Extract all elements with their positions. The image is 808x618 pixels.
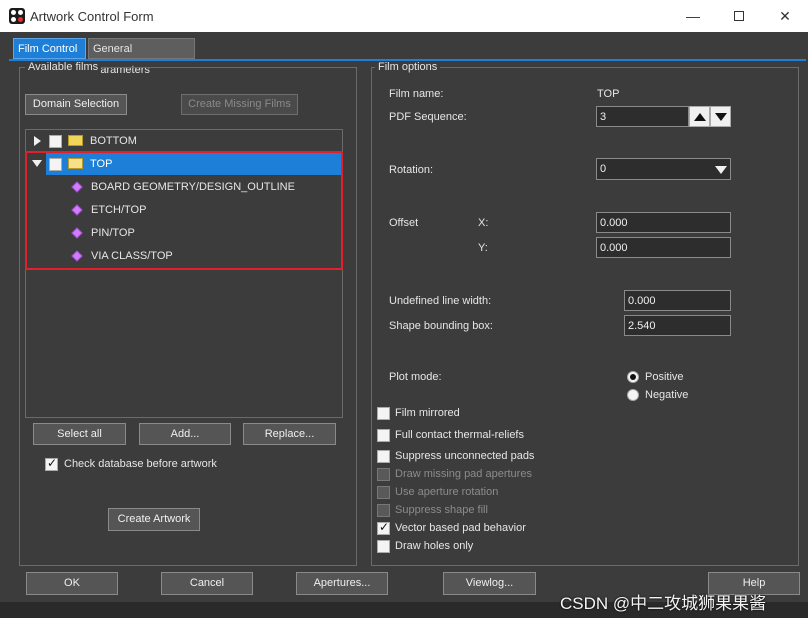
draw-missing-label: Draw missing pad apertures bbox=[395, 468, 532, 480]
maximize-button[interactable] bbox=[716, 0, 762, 32]
checkmark-icon: ✓ bbox=[379, 520, 390, 534]
rotation-label: Rotation: bbox=[389, 164, 434, 176]
chevron-down-icon bbox=[715, 166, 727, 174]
watermark: CSDN @中二攻城狮果果酱 bbox=[560, 594, 767, 613]
apertures-button[interactable]: Apertures... bbox=[296, 572, 388, 595]
film-mirrored-label: Film mirrored bbox=[395, 407, 460, 419]
undefined-line-width-label: Undefined line width: bbox=[389, 295, 492, 307]
offset-y-input[interactable]: 0.000 bbox=[596, 237, 731, 258]
checkmark-icon: ✓ bbox=[47, 456, 58, 470]
highlight-annotation bbox=[25, 151, 343, 270]
rotation-select[interactable]: 0 bbox=[596, 158, 731, 180]
close-button[interactable]: ✕ bbox=[762, 0, 808, 32]
sequence-down-button[interactable] bbox=[710, 106, 731, 127]
select-all-button[interactable]: Select all bbox=[33, 423, 126, 445]
create-artwork-button[interactable]: Create Artwork bbox=[108, 508, 200, 531]
sequence-up-button[interactable] bbox=[689, 106, 710, 127]
pdf-sequence-input[interactable]: 3 bbox=[596, 106, 689, 127]
positive-radio[interactable] bbox=[627, 371, 639, 383]
film-mirrored-checkbox[interactable] bbox=[377, 407, 390, 420]
window-title: Artwork Control Form bbox=[30, 9, 154, 24]
folder-icon bbox=[68, 135, 83, 146]
vector-pad-label: Vector based pad behavior bbox=[395, 522, 526, 534]
minimize-button[interactable]: — bbox=[670, 0, 716, 32]
replace-button[interactable]: Replace... bbox=[243, 423, 336, 445]
vector-pad-checkbox[interactable]: ✓ bbox=[377, 520, 390, 535]
film-name-value: TOP bbox=[597, 88, 620, 100]
film-name-label: Film name: bbox=[389, 88, 444, 100]
suppress-unconnected-label: Suppress unconnected pads bbox=[395, 450, 535, 462]
expand-arrow-icon[interactable] bbox=[34, 136, 41, 146]
domain-selection-button[interactable]: Domain Selection bbox=[25, 94, 127, 115]
offset-label: Offset bbox=[389, 217, 419, 229]
offset-x-label: X: bbox=[478, 217, 489, 229]
maximize-icon bbox=[734, 11, 744, 21]
tab-film-control[interactable]: Film Control bbox=[13, 38, 86, 59]
draw-holes-only-label: Draw holes only bbox=[395, 540, 474, 552]
rotation-value: 0 bbox=[600, 163, 607, 175]
shape-bounding-box-label: Shape bounding box: bbox=[389, 320, 493, 332]
suppress-unconnected-checkbox[interactable] bbox=[377, 450, 390, 463]
ok-button[interactable]: OK bbox=[26, 572, 118, 595]
plot-mode-label: Plot mode: bbox=[389, 371, 442, 383]
draw-missing-checkbox[interactable] bbox=[377, 468, 390, 481]
undefined-line-width-input[interactable]: 0.000 bbox=[624, 290, 731, 311]
app-icon bbox=[9, 8, 25, 24]
full-contact-label: Full contact thermal-reliefs bbox=[395, 429, 524, 441]
offset-x-input[interactable]: 0.000 bbox=[596, 212, 731, 233]
use-aperture-rotation-label: Use aperture rotation bbox=[395, 486, 499, 498]
available-films-title: Available films bbox=[25, 61, 102, 73]
offset-y-label: Y: bbox=[478, 242, 488, 254]
negative-label: Negative bbox=[645, 389, 689, 401]
check-database-label: Check database before artwork bbox=[64, 458, 217, 470]
title-bar: Artwork Control Form — ✕ bbox=[0, 0, 808, 32]
negative-radio[interactable] bbox=[627, 389, 639, 401]
check-database-checkbox[interactable]: ✓ bbox=[45, 456, 58, 471]
positive-label: Positive bbox=[645, 371, 684, 383]
suppress-shape-fill-label: Suppress shape fill bbox=[395, 504, 488, 516]
create-missing-films-button[interactable]: Create Missing Films bbox=[181, 94, 298, 115]
tab-general-parameters[interactable]: General Parameters bbox=[88, 38, 195, 76]
tree-item-bottom[interactable]: BOTTOM bbox=[90, 135, 137, 147]
use-aperture-rotation-checkbox[interactable] bbox=[377, 486, 390, 499]
bottom-checkbox[interactable] bbox=[49, 135, 62, 148]
arrow-up-icon bbox=[694, 113, 706, 121]
full-contact-checkbox[interactable] bbox=[377, 429, 390, 442]
viewlog-button[interactable]: Viewlog... bbox=[443, 572, 536, 595]
shape-bounding-box-input[interactable]: 2.540 bbox=[624, 315, 731, 336]
close-icon: ✕ bbox=[779, 7, 791, 24]
add-button[interactable]: Add... bbox=[139, 423, 231, 445]
draw-holes-only-checkbox[interactable] bbox=[377, 540, 390, 553]
film-options-title: Film options bbox=[375, 61, 441, 73]
minimize-icon: — bbox=[686, 8, 700, 24]
arrow-down-icon bbox=[715, 113, 727, 121]
suppress-shape-fill-checkbox[interactable] bbox=[377, 504, 390, 517]
cancel-button[interactable]: Cancel bbox=[161, 572, 253, 595]
pdf-sequence-label: PDF Sequence: bbox=[389, 111, 467, 123]
